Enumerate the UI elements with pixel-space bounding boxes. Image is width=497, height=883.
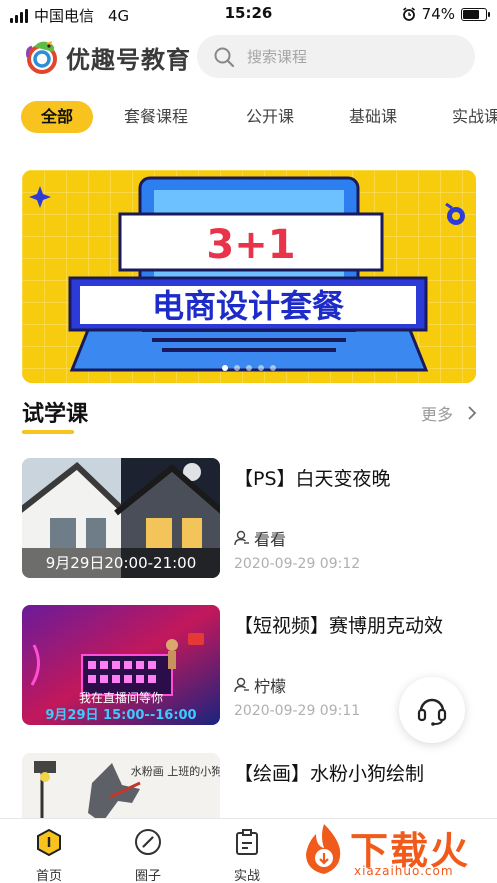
customer-service-button[interactable] — [399, 677, 465, 743]
banner-illustration: 3+1 电商设计套餐 — [22, 170, 476, 383]
nav-practice[interactable]: 实战 — [207, 827, 287, 883]
battery-icon — [461, 7, 490, 21]
carousel-dot[interactable] — [258, 365, 264, 371]
alarm-icon — [402, 7, 415, 21]
carousel-dot[interactable] — [246, 365, 252, 371]
course-card[interactable]: 9月29日20:00-21:00 【PS】白天变夜晚 看看 2020-09-29… — [22, 458, 482, 582]
battery-percent: 74% — [421, 5, 455, 23]
promo-banner[interactable]: 3+1 电商设计套餐 — [22, 170, 476, 383]
course-date: 2020-09-29 09:11 — [234, 703, 361, 719]
status-right: 74% — [402, 5, 490, 23]
nav-circle-label: 圈子 — [134, 869, 161, 883]
carousel-dot[interactable] — [222, 365, 228, 371]
course-author: 柠檬 — [234, 673, 286, 697]
thumbnail-caption: 我在直播间等你 9月29日 15:00--16:00 — [22, 689, 220, 725]
user-icon — [234, 677, 249, 693]
course-thumbnail: 9月29日20:00-21:00 — [22, 458, 220, 578]
header: 优趣号教育 — [0, 33, 497, 81]
search-input[interactable] — [247, 47, 447, 66]
course-title: 【PS】白天变夜晚 — [234, 468, 391, 490]
compass-icon — [135, 829, 161, 855]
flame-logo-icon — [306, 824, 341, 874]
more-link[interactable]: 更多 — [421, 401, 477, 425]
banner-headline: 3+1 — [206, 222, 295, 268]
nav-practice-label: 实战 — [233, 869, 260, 883]
tab-basic-courses[interactable]: 基础课 — [349, 101, 397, 133]
brand-logo[interactable]: 优趣号教育 — [22, 37, 191, 77]
search-bar[interactable] — [197, 35, 475, 78]
course-author-name: 看看 — [254, 530, 287, 549]
thumbnail-overlay-text: 我在直播间等你 — [78, 691, 163, 705]
carousel-dot[interactable] — [270, 365, 276, 371]
nav-circle[interactable]: 圈子 — [108, 827, 188, 883]
section-underline — [22, 430, 74, 434]
thumbnail-caption: 9月29日20:00-21:00 — [22, 548, 220, 578]
more-label: 更多 — [420, 405, 453, 424]
banner-subline: 电商设计套餐 — [152, 287, 345, 325]
home-icon — [37, 828, 61, 856]
course-author-name: 柠檬 — [254, 677, 287, 696]
course-date: 2020-09-29 09:12 — [234, 556, 361, 572]
nav-home-label: 首页 — [35, 869, 62, 883]
tab-all[interactable]: 全部 — [21, 101, 94, 133]
category-tabs: 全部 套餐课程 公开课 基础课 实战课 — [0, 101, 497, 135]
carousel-dot[interactable] — [234, 365, 240, 371]
headset-icon — [417, 698, 447, 726]
course-thumbnail: 水粉画 上班的小狗狗 — [22, 753, 220, 818]
brand-name: 优趣号教育 — [66, 45, 191, 74]
thumbnail-overlay-text: 水粉画 上班的小狗狗 — [131, 764, 220, 778]
tab-practical-courses[interactable]: 实战课 — [452, 101, 497, 133]
chameleon-logo-icon — [26, 41, 57, 74]
course-title: 【绘画】水粉小狗绘制 — [234, 763, 425, 785]
thumbnail-time: 9月29日 15:00--16:00 — [45, 708, 197, 723]
status-bar: 中国电信 4G 15:26 74% — [0, 0, 497, 28]
chevron-right-icon — [468, 406, 477, 420]
dog-painting-image: 水粉画 上班的小狗狗 — [22, 753, 220, 818]
course-title: 【短视频】赛博朋克动效 — [234, 615, 444, 637]
clipboard-icon — [236, 829, 258, 855]
tab-open-courses[interactable]: 公开课 — [246, 101, 294, 133]
nav-home[interactable]: 首页 — [9, 827, 89, 883]
section-title: 试学课 — [22, 402, 89, 427]
course-card[interactable]: 水粉画 上班的小狗狗 【绘画】水粉小狗绘制 — [22, 753, 482, 818]
watermark-url: xiazaihuo.com — [354, 864, 454, 878]
carousel-dots — [22, 365, 476, 371]
search-icon — [214, 47, 235, 67]
course-author: 看看 — [234, 526, 286, 550]
tab-package-courses[interactable]: 套餐课程 — [124, 101, 188, 133]
watermark: 下载火 xiazaihuo.com — [292, 818, 497, 883]
course-thumbnail: 我在直播间等你 9月29日 15:00--16:00 — [22, 605, 220, 725]
user-icon — [234, 530, 249, 546]
